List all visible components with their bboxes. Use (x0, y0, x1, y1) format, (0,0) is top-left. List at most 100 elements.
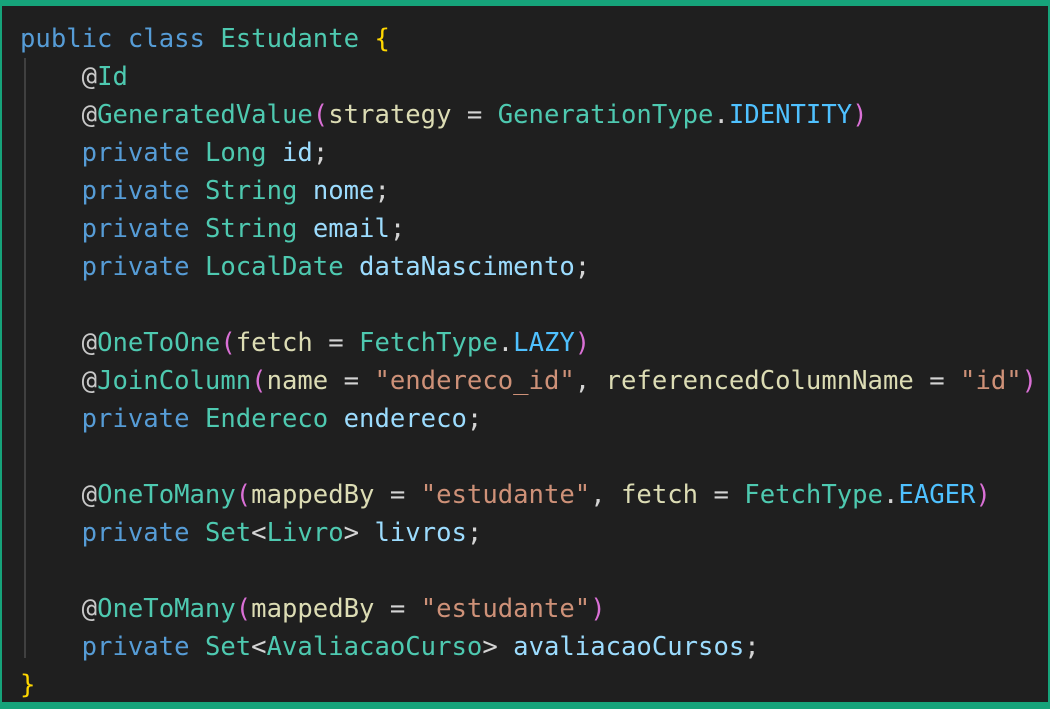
token-enum: IDENTITY (728, 100, 853, 130)
code-line: private LocalDate dataNascimento; (20, 248, 1037, 286)
token-punc (297, 214, 312, 244)
token-punc (20, 480, 82, 510)
token-kw: private (81, 632, 190, 662)
token-punc (205, 24, 220, 54)
token-punc (190, 518, 205, 548)
token-punc (190, 404, 205, 434)
token-at: @ (81, 594, 98, 624)
token-punc (190, 138, 205, 168)
code-block[interactable]: public class Estudante { @Id @GeneratedV… (20, 20, 1037, 704)
token-punc (20, 328, 82, 358)
token-punc: > (343, 518, 375, 548)
token-punc (20, 100, 82, 130)
token-kw: private (81, 176, 190, 206)
token-punc (328, 404, 343, 434)
token-ann: GeneratedValue (97, 100, 313, 130)
token-type: String (204, 176, 298, 206)
token-punc (190, 632, 205, 662)
token-str: "endereco_id" (374, 366, 575, 396)
token-type: FetchType (359, 328, 498, 358)
token-kw: private (81, 404, 190, 434)
token-kw: public (20, 24, 113, 54)
token-punc (20, 252, 82, 282)
token-type: Set (204, 518, 252, 548)
token-at: @ (81, 480, 98, 510)
token-paren: ( (312, 100, 329, 130)
token-var: avaliacaoCursos (513, 632, 745, 662)
code-line: private Endereco endereco; (20, 400, 1037, 438)
token-ann: OneToMany (97, 594, 236, 624)
token-kw: class (127, 24, 205, 54)
token-param: mappedBy (251, 480, 375, 510)
token-at: @ (81, 62, 98, 92)
token-punc (297, 176, 312, 206)
token-str: "estudante" (420, 480, 591, 510)
token-var: email (312, 214, 390, 244)
token-punc (20, 366, 82, 396)
token-at: @ (81, 100, 98, 130)
token-enum: EAGER (898, 480, 976, 510)
token-punc (20, 594, 82, 624)
token-type: GenerationType (497, 100, 714, 130)
token-punc (20, 404, 82, 434)
code-line: } (20, 666, 1037, 704)
token-brace: { (374, 24, 390, 54)
token-type: Set (204, 632, 252, 662)
code-line: ​ (20, 438, 1037, 476)
token-punc (359, 24, 374, 54)
token-punc: , (574, 366, 606, 396)
token-ann: Id (97, 62, 128, 92)
token-ann: OneToMany (97, 480, 236, 510)
token-punc (20, 62, 82, 92)
token-punc: < (251, 518, 267, 548)
token-var: livros (374, 518, 467, 548)
token-paren: ) (852, 100, 868, 130)
code-line: @OneToMany(mappedBy = "estudante", fetch… (20, 476, 1037, 514)
code-line: public class Estudante { (20, 20, 1037, 58)
token-ann: JoinColumn (97, 366, 252, 396)
token-paren: ( (251, 366, 267, 396)
token-punc: . (497, 328, 514, 358)
token-type: AvaliacaoCurso (266, 632, 483, 662)
token-punc: = (374, 480, 421, 510)
token-type: Livro (266, 518, 344, 548)
token-punc: . (713, 100, 729, 130)
code-line: @OneToMany(mappedBy = "estudante") (20, 590, 1037, 628)
code-line: ​ (20, 552, 1037, 590)
token-punc: = (374, 594, 421, 624)
token-punc: ; (574, 252, 591, 282)
token-paren: ( (220, 328, 236, 358)
token-punc: = (913, 366, 961, 396)
token-punc: ; (312, 138, 329, 168)
token-type: String (204, 214, 298, 244)
code-line: ​ (20, 286, 1037, 324)
token-punc: , (590, 480, 622, 510)
token-param: referencedColumnName (605, 366, 914, 396)
token-ann: OneToOne (97, 328, 221, 358)
code-line: private String nome; (20, 172, 1037, 210)
token-type: Estudante (220, 24, 360, 54)
token-paren: ( (235, 480, 252, 510)
token-param: name (266, 366, 329, 396)
token-kw: private (81, 138, 190, 168)
token-punc (20, 518, 82, 548)
token-punc (344, 252, 359, 282)
token-type: FetchType (744, 480, 883, 510)
token-type: Long (204, 138, 267, 168)
token-var: dataNascimento (359, 252, 575, 282)
token-punc (267, 138, 282, 168)
token-brace: } (20, 670, 36, 700)
code-line: private String email; (20, 210, 1037, 248)
token-var: id (282, 138, 313, 168)
token-param: fetch (235, 328, 313, 358)
token-punc (20, 176, 82, 206)
token-type: Endereco (204, 404, 329, 434)
code-line: @OneToOne(fetch = FetchType.LAZY) (20, 324, 1037, 362)
code-line: private Set<AvaliacaoCurso> avaliacaoCur… (20, 628, 1037, 666)
token-punc (112, 24, 127, 54)
code-line: @GeneratedValue(strategy = GenerationTyp… (20, 96, 1037, 134)
token-paren: ( (235, 594, 252, 624)
token-at: @ (81, 328, 98, 358)
token-paren: ) (590, 594, 606, 624)
token-punc: < (251, 632, 267, 662)
